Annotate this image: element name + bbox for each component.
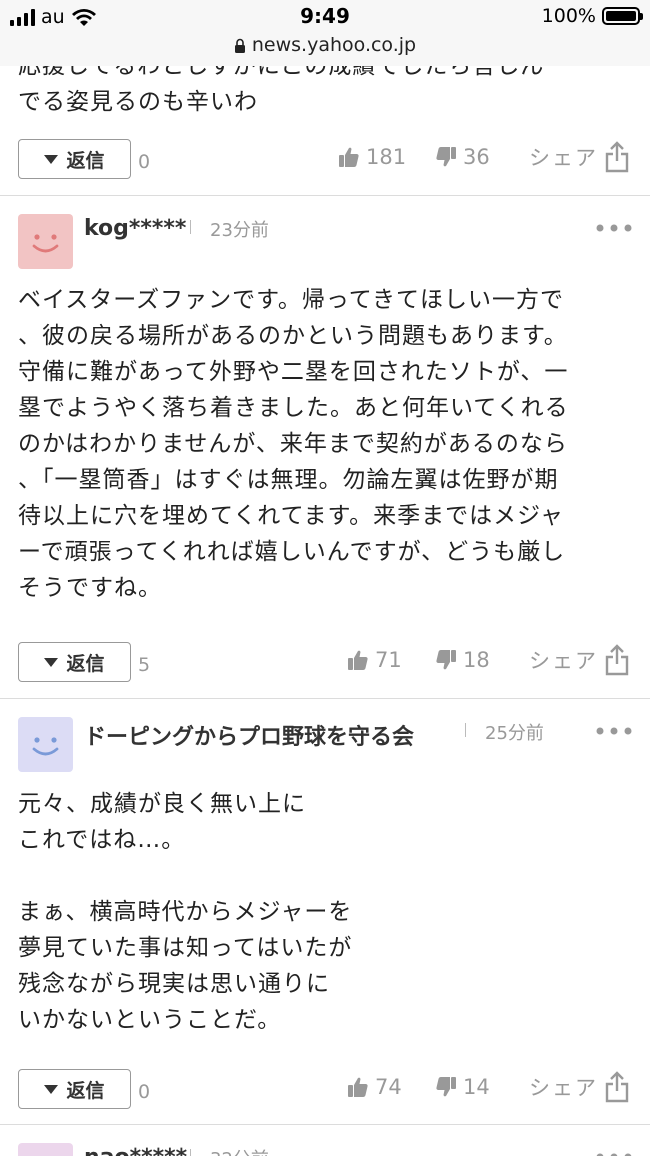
thumbs-down-icon <box>436 147 456 167</box>
comment-header: nao***** 32分前 <box>0 1143 650 1156</box>
dislike-button[interactable]: 18 <box>435 648 490 672</box>
share-label: シェア <box>529 1076 598 1100</box>
like-count: 71 <box>375 648 402 672</box>
battery-percent: 100% <box>541 5 596 27</box>
separator <box>190 1149 191 1156</box>
share-icon <box>605 1071 629 1103</box>
dislike-count: 18 <box>463 648 490 672</box>
like-count: 181 <box>366 145 407 169</box>
reply-button[interactable]: 返信 <box>18 642 131 682</box>
username[interactable]: kog***** <box>84 216 186 241</box>
share-label: シェア <box>529 146 598 170</box>
address-bar[interactable]: news.yahoo.co.jp <box>0 34 650 56</box>
reply-button[interactable]: 返信 <box>18 1069 131 1109</box>
comment-actions: 返信 0 74 14 シェア <box>0 1069 650 1113</box>
thumbs-up-icon <box>339 147 359 167</box>
dislike-button[interactable]: 14 <box>435 1075 490 1099</box>
comment-text: ベイスターズファンです。帰ってきてほしい一方で 、彼の戻る場所があるのかという問… <box>18 287 569 601</box>
smiley-avatar-icon <box>18 717 73 772</box>
like-button[interactable]: 74 <box>347 1075 402 1099</box>
caret-down-icon <box>44 154 59 164</box>
divider <box>0 698 650 699</box>
comment-actions: 返信 0 181 36 シェア <box>0 139 650 183</box>
username[interactable]: nao***** <box>84 1145 187 1156</box>
reply-label: 返信 <box>66 652 105 675</box>
thumbs-up-icon <box>348 1077 368 1097</box>
timestamp: 23分前 <box>210 220 269 241</box>
battery-icon <box>602 7 643 25</box>
comment-text: 元々、成績が良く無い上に これではね…。 まぁ、横高時代からメジャーを 夢見てい… <box>18 791 353 1033</box>
status-bar: au 9:49 100% news.yahoo.co.jp <box>0 0 650 66</box>
like-button[interactable]: 181 <box>338 145 406 169</box>
share-icon <box>605 141 629 173</box>
reply-label: 返信 <box>66 149 105 172</box>
reply-label: 返信 <box>66 1079 105 1102</box>
timestamp: 32分前 <box>210 1145 269 1156</box>
caret-down-icon <box>44 1084 59 1094</box>
dislike-count: 36 <box>463 145 490 169</box>
partial-comment-text: 応援してるわとしすがにこの成績でしたら言しん でる姿見るのも辛いわ <box>18 66 633 124</box>
comment-header: ドーピングからプロ野球を守る会 25分前 <box>0 717 650 773</box>
url-text: news.yahoo.co.jp <box>251 34 417 56</box>
separator <box>190 220 191 234</box>
thumbs-up-icon <box>348 650 368 670</box>
divider <box>0 195 650 196</box>
dislike-count: 14 <box>463 1075 490 1099</box>
share-icon <box>605 644 629 676</box>
comments-feed[interactable]: 応援してるわとしすがにこの成績でしたら言しん でる姿見るのも辛いわ 返信 0 1… <box>0 66 650 1156</box>
username[interactable]: ドーピングからプロ野球を守る会 <box>84 719 414 751</box>
comment-actions: 返信 5 71 18 シェア <box>0 642 650 686</box>
more-icon[interactable] <box>596 224 632 232</box>
avatar[interactable] <box>18 214 73 269</box>
thumbs-down-icon <box>436 650 456 670</box>
comment-text: 応援してるわとしすがにこの成績でしたら言しん でる姿見るのも辛いわ <box>18 66 545 115</box>
reply-button[interactable]: 返信 <box>18 139 131 179</box>
lock-icon <box>234 38 245 53</box>
avatar-icon <box>18 1143 73 1156</box>
divider <box>0 1124 650 1125</box>
share-label: シェア <box>529 649 598 673</box>
like-count: 74 <box>375 1075 402 1099</box>
share-button[interactable]: シェア <box>529 644 630 676</box>
like-button[interactable]: 71 <box>347 648 402 672</box>
timestamp: 25分前 <box>485 723 544 744</box>
reply-count: 0 <box>138 1081 151 1103</box>
separator <box>465 723 466 737</box>
reply-count: 5 <box>138 654 151 676</box>
avatar[interactable] <box>18 717 73 772</box>
thumbs-down-icon <box>436 1077 456 1097</box>
more-icon[interactable] <box>596 727 632 735</box>
dislike-button[interactable]: 36 <box>435 145 490 169</box>
comment-header: kog***** 23分前 <box>0 214 650 270</box>
share-button[interactable]: シェア <box>529 1071 630 1103</box>
status-right: 100% <box>541 5 643 27</box>
smiley-avatar-icon <box>18 214 73 269</box>
avatar[interactable] <box>18 1143 73 1156</box>
reply-count: 0 <box>138 151 151 173</box>
caret-down-icon <box>44 657 59 667</box>
share-button[interactable]: シェア <box>529 141 630 173</box>
